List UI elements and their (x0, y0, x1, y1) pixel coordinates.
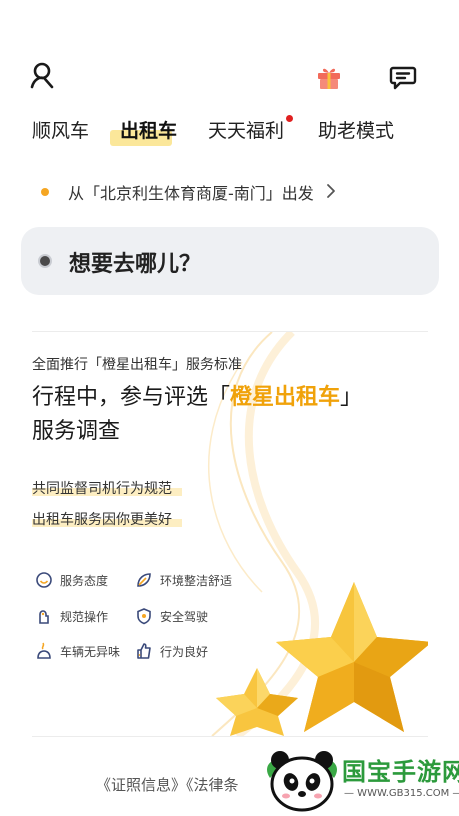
gift-icon (318, 68, 340, 89)
service-tabs: 顺风车 出租车 天天福利 助老模式 (0, 116, 459, 152)
feature-safe-driving: 安全驾驶 (134, 606, 208, 626)
top-bar (0, 58, 459, 98)
message-icon (389, 66, 417, 90)
banner-title: 行程中，参与评选「橙星出租车」 (32, 382, 362, 414)
smile-icon (34, 570, 54, 590)
tab-hitch[interactable]: 顺风车 (32, 116, 89, 143)
origin-dot-icon (41, 188, 49, 196)
tab-taxi[interactable]: 出租车 (120, 116, 177, 143)
hand-icon (34, 606, 54, 626)
profile-button[interactable] (26, 58, 60, 92)
feature-good-behavior: 行为良好 (134, 641, 208, 661)
feature-service-attitude: 服务态度 (34, 570, 108, 590)
watermark-name: 国宝手游网 (342, 758, 459, 786)
feature-clean-environment: 环境整洁舒适 (134, 570, 232, 590)
origin-row[interactable]: 从「北京利生体育商厦-南门」出发 (0, 180, 459, 204)
small-star-icon (216, 668, 298, 736)
taxi-survey-banner[interactable]: 全面推行「橙星出租车」服务标准 行程中，参与评选「橙星出租车」 服务调查 共同监… (32, 332, 428, 736)
site-watermark: 国宝手游网 — WWW.GB315.COM — (254, 742, 459, 816)
thumb-icon (134, 641, 154, 661)
divider-bottom (32, 736, 428, 737)
banner-line2: 出租车服务因你更美好 (32, 512, 172, 528)
banner-title-prefix: 行程中，参与评选「 (32, 385, 231, 410)
panda-logo-icon (267, 751, 337, 812)
shield-icon (134, 606, 154, 626)
banner-title-line2: 服务调查 (32, 419, 121, 444)
welfare-badge-dot (286, 115, 293, 122)
banner-subtitle: 全面推行「橙星出租车」服务标准 (32, 357, 242, 373)
origin-text: 从「北京利生体育商厦-南门」出发 (68, 184, 314, 203)
banner-title-suffix: 」 (340, 385, 363, 410)
destination-dot-icon (38, 254, 52, 268)
destination-placeholder: 想要去哪儿？ (69, 252, 202, 277)
fragrance-icon (34, 641, 54, 661)
gift-button[interactable] (312, 60, 346, 94)
tab-daily-welfare[interactable]: 天天福利 (208, 116, 284, 143)
feature-standard-operation: 规范操作 (34, 606, 108, 626)
tab-elderly-mode[interactable]: 助老模式 (318, 116, 394, 143)
chevron-right-icon (327, 184, 335, 198)
banner-title-highlight: 橙星出租车 (230, 385, 341, 410)
profile-icon (30, 62, 54, 89)
feature-no-odor: 车辆无异味 (34, 641, 120, 661)
destination-search[interactable]: 想要去哪儿？ (21, 227, 439, 295)
message-button[interactable] (386, 60, 420, 94)
watermark-url: — WWW.GB315.COM — (344, 788, 459, 799)
banner-line1: 共同监督司机行为规范 (32, 481, 172, 497)
footer-legal-links[interactable]: 《证照信息》《法律条 (96, 774, 239, 795)
leaf-icon (134, 570, 154, 590)
